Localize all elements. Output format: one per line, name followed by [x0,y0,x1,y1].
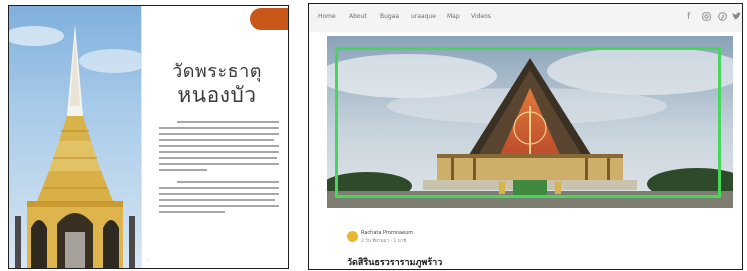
post-meta: 2 วัน ที่ผ่านมา · 1 นาที [361,239,407,244]
post-column: Rachata Promnaeum 2 วัน ที่ผ่านมา · 1 นา… [327,32,733,269]
orange-tab [250,8,288,30]
nav-home[interactable]: Home [318,13,336,20]
hero-image[interactable] [327,36,733,208]
article-title-line-1: วัดพระธาตุ [172,61,262,82]
nav-videos[interactable]: Videos [471,13,491,20]
nav-uraaque[interactable]: uraaque [411,13,436,20]
article-title: วัดพระธาตุ หนองบัว [167,61,267,107]
page-number: ·· [147,258,151,264]
page-divider [141,6,142,268]
pagoda-illustration [9,24,141,268]
nav-bugaa[interactable]: Bugaa [380,13,399,20]
nav-about[interactable]: About [349,13,367,20]
facebook-icon[interactable]: f [687,12,690,22]
article-title-line-2: หนองบัว [177,82,257,107]
pinterest-icon[interactable] [718,12,727,24]
highlight-frame [335,47,721,198]
article-body-text [159,121,279,217]
post-title[interactable]: วัดสิรินธรวรารามภูพร้าว [347,255,442,269]
instagram-icon[interactable] [702,12,711,24]
twitter-icon[interactable] [732,12,741,24]
pagoda-photo [9,6,141,268]
magazine-spread: ·· วัดพระธาตุ หนองบัว [8,5,289,269]
site-nav-bar: Home About Bugaa uraaque Map Videos f [309,4,742,32]
author-name[interactable]: Rachata Promnaeum [361,230,413,236]
nav-map[interactable]: Map [447,13,460,20]
avatar[interactable] [347,231,358,242]
website-page: Home About Bugaa uraaque Map Videos f Ra… [308,3,743,270]
